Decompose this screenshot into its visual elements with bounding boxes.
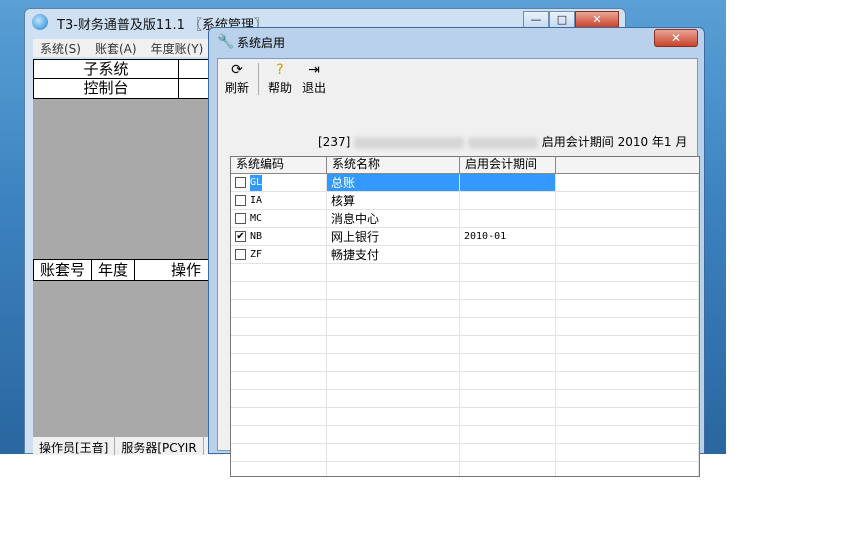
dialog-body: ⟳ 刷新 ? 帮助 ⇥ 退出 [237] 启用会计期间 2010 年1 月 系统… xyxy=(217,58,700,477)
empty-row xyxy=(231,426,699,444)
system-name: 总账 xyxy=(327,174,460,191)
blank-cell xyxy=(556,174,699,191)
system-code: MC xyxy=(250,212,263,224)
refresh-label: 刷新 xyxy=(224,81,249,95)
console-label: 控制台 xyxy=(34,79,179,98)
refresh-icon: ⟳ xyxy=(231,62,243,78)
app-logo-icon xyxy=(32,14,48,30)
table-row[interactable]: GL 总账 xyxy=(231,174,699,192)
account-id-header: 账套号 xyxy=(34,260,93,280)
dialog-toolbar: ⟳ 刷新 ? 帮助 ⇥ 退出 xyxy=(220,61,331,97)
table-row[interactable]: IA 核算 xyxy=(231,192,699,210)
empty-row xyxy=(231,372,699,390)
empty-row xyxy=(231,354,699,372)
system-code: GL xyxy=(250,174,263,191)
blank-cell xyxy=(556,192,699,209)
row-code-cell: GL xyxy=(231,174,327,191)
maximize-button[interactable]: □ xyxy=(549,11,575,28)
refresh-button[interactable]: ⟳ 刷新 xyxy=(220,61,254,97)
console-row[interactable]: 控制台 xyxy=(33,79,221,99)
subsystem-label: 子系统 xyxy=(34,60,179,78)
operation-header: 操作 xyxy=(171,261,202,279)
enable-period xyxy=(460,174,556,191)
close-button[interactable]: ✕ xyxy=(575,11,619,28)
menu-account[interactable]: 账套(A) xyxy=(88,40,144,57)
system-code: IA xyxy=(250,194,263,206)
blank-cell xyxy=(556,246,699,263)
minimize-button[interactable]: — xyxy=(523,11,549,28)
status-server: 服务器[PCYIR xyxy=(115,437,204,455)
system-name: 畅捷支付 xyxy=(327,246,460,263)
col-blank xyxy=(556,157,699,173)
row-code-cell: IA xyxy=(231,192,327,209)
system-code: NB xyxy=(250,230,263,242)
enable-checkbox[interactable] xyxy=(235,195,246,206)
account-id-prefix: [237] xyxy=(318,135,351,149)
table-row[interactable]: ZF 畅捷支付 xyxy=(231,246,699,264)
table-row[interactable]: ✔ NB 网上银行 2010-01 xyxy=(231,228,699,246)
blank-cell xyxy=(556,228,699,245)
blank-cell xyxy=(556,210,699,227)
dialog-title: 系统启用 xyxy=(237,36,286,50)
account-table-header: 账套号 年度 操作 xyxy=(33,259,221,281)
system-grid: 系统编码 系统名称 启用会计期间 GL 总账 IA 核算 MC 消息中心 ✔ N… xyxy=(230,156,700,477)
empty-row xyxy=(231,264,699,282)
empty-row xyxy=(231,408,699,426)
table-row[interactable]: MC 消息中心 xyxy=(231,210,699,228)
exit-icon: ⇥ xyxy=(308,62,320,78)
empty-row xyxy=(231,336,699,354)
menu-system[interactable]: 系统(S) xyxy=(33,40,88,57)
system-name: 消息中心 xyxy=(327,210,460,227)
subsystem-row[interactable]: 子系统 xyxy=(33,59,221,79)
grid-header: 系统编码 系统名称 启用会计期间 xyxy=(231,157,699,174)
key-icon: 🔧 xyxy=(217,34,235,50)
system-name: 网上银行 xyxy=(327,228,460,245)
empty-row xyxy=(231,318,699,336)
redacted-text xyxy=(467,136,538,149)
exit-button[interactable]: ⇥ 退出 xyxy=(297,61,331,97)
help-icon: ? xyxy=(276,62,284,78)
main-statusbar: 操作员[王音] 服务器[PCYIR xyxy=(33,437,223,455)
help-label: 帮助 xyxy=(267,81,292,95)
empty-row xyxy=(231,300,699,318)
menu-year-account[interactable]: 年度账(Y) xyxy=(144,40,211,57)
enable-period-text: 启用会计期间 2010 年1 月 xyxy=(541,135,688,149)
row-code-cell: MC xyxy=(231,210,327,227)
col-system-code[interactable]: 系统编码 xyxy=(231,157,327,173)
col-enable-period[interactable]: 启用会计期间 xyxy=(460,157,556,173)
help-button[interactable]: ? 帮助 xyxy=(263,61,297,97)
status-operator: 操作员[王音] xyxy=(33,437,116,455)
col-system-name[interactable]: 系统名称 xyxy=(327,157,460,173)
enable-period xyxy=(460,210,556,227)
empty-row xyxy=(231,462,699,476)
enable-period xyxy=(460,192,556,209)
system-enable-dialog: 🔧 系统启用 ✕ ⟳ 刷新 ? 帮助 ⇥ 退出 [237] 启用会计期间 201… xyxy=(208,27,705,477)
subsystem-table: 子系统 控制台 xyxy=(33,59,221,99)
main-client-area: 子系统 控制台 账套号 年度 操作 xyxy=(33,59,221,453)
dialog-close-button[interactable]: ✕ xyxy=(654,29,698,47)
row-code-cell: ✔ NB xyxy=(231,228,327,245)
enable-period: 2010-01 xyxy=(460,228,556,245)
system-code: ZF xyxy=(250,248,263,260)
enable-checkbox[interactable] xyxy=(235,249,246,260)
exit-label: 退出 xyxy=(301,81,326,95)
toolbar-separator xyxy=(258,63,259,95)
empty-row xyxy=(231,390,699,408)
empty-row xyxy=(231,282,699,300)
enable-checkbox[interactable] xyxy=(235,177,246,188)
enable-checkbox-checked[interactable]: ✔ xyxy=(235,231,246,242)
enable-checkbox[interactable] xyxy=(235,213,246,224)
row-code-cell: ZF xyxy=(231,246,327,263)
empty-row xyxy=(231,444,699,462)
year-header: 年度 xyxy=(92,260,136,280)
account-info-line: [237] 启用会计期间 2010 年1 月 xyxy=(318,133,687,150)
redacted-text xyxy=(354,136,465,149)
enable-period xyxy=(460,246,556,263)
system-name: 核算 xyxy=(327,192,460,209)
